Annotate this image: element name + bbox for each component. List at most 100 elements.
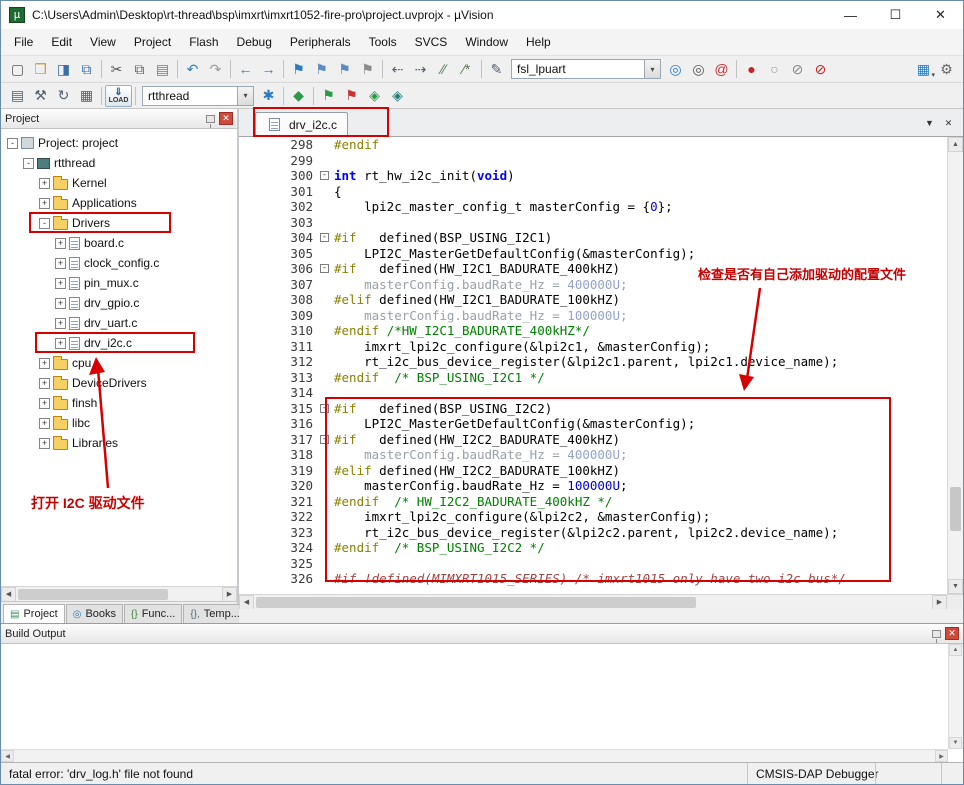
code-line[interactable]: 316 LPI2C_MasterGetDefaultConfig(&master… [239,416,947,432]
scroll-right-icon[interactable]: ▶ [222,587,237,602]
batch-build-icon[interactable]: ▦ [75,85,98,107]
open-file-icon[interactable]: ❒ [29,58,52,80]
menu-svcs[interactable]: SVCS [406,30,457,54]
tree-item-libc[interactable]: +libc [1,413,237,433]
document-tab-drv-i2c[interactable]: drv_i2c.c [255,112,348,136]
fold-margin[interactable] [317,137,334,153]
fold-margin[interactable] [317,494,334,510]
tree-item-kernel[interactable]: +Kernel [1,173,237,193]
fold-margin[interactable]: - [317,230,334,246]
target-options-icon[interactable]: ✱ [257,85,280,107]
project-tree-hscrollbar[interactable]: ◀ ▶ [1,586,237,601]
fold-margin[interactable] [317,478,334,494]
code-line[interactable]: 308#elif defined(HW_I2C1_BADURATE_100kHZ… [239,292,947,308]
scroll-thumb[interactable] [256,597,696,608]
configure-icon[interactable]: ⚙ [935,58,958,80]
code-line[interactable]: 311 imxrt_lpi2c_configure(&lpi2c1, &mast… [239,339,947,355]
fold-margin[interactable] [317,447,334,463]
code-line[interactable]: 320 masterConfig.baudRate_Hz = 100000U; [239,478,947,494]
find-in-files-icon[interactable]: ◎ [664,58,687,80]
code-line[interactable]: 319#elif defined(HW_I2C2_BADURATE_100kHZ… [239,463,947,479]
scroll-right-icon[interactable]: ▶ [935,750,948,762]
code-line[interactable]: 324#endif /* BSP_USING_I2C2 */ [239,540,947,556]
code-line[interactable]: 303 [239,215,947,231]
menu-peripherals[interactable]: Peripherals [281,30,360,54]
close-document-icon[interactable]: ✕ [940,115,957,131]
code-line[interactable]: 325 [239,556,947,572]
tree-item-pin-mux-c[interactable]: +pin_mux.c [1,273,237,293]
bookmark-toggle-icon[interactable]: ⚑ [287,58,310,80]
target-select-combo-value[interactable]: rtthread [143,87,237,105]
debug-flag-green-icon[interactable]: ⚑ [317,85,340,107]
fold-margin[interactable] [317,370,334,386]
fold-margin[interactable] [317,509,334,525]
tree-expander-icon[interactable]: + [39,358,50,369]
tree-expander-icon[interactable]: + [55,338,66,349]
window-layout-icon[interactable]: ▦▾ [912,58,935,80]
tree-item-cpu[interactable]: +cpu [1,353,237,373]
tree-expander-icon[interactable]: - [23,158,34,169]
scroll-up-icon[interactable]: ▲ [949,644,962,656]
fold-collapse-icon[interactable]: - [320,404,329,413]
diamond-teal-icon[interactable]: ◈ [386,85,409,107]
tree-expander-icon[interactable]: - [39,218,50,229]
bookmark-clear-icon[interactable]: ⚑ [356,58,379,80]
search-combo-value[interactable]: fsl_lpuart [512,60,644,78]
build-output-close-icon[interactable]: ✕ [945,627,959,640]
kill-all-breakpoints-icon[interactable]: ⊘ [809,58,832,80]
find-symbol-icon[interactable]: @ [710,58,733,80]
code-line[interactable]: 318 masterConfig.baudRate_Hz = 400000U; [239,447,947,463]
tree-item-drv-uart-c[interactable]: +drv_uart.c [1,313,237,333]
tree-expander-icon[interactable]: + [55,278,66,289]
chevron-down-icon[interactable]: ▾ [644,60,660,78]
tree-expander-icon[interactable]: + [39,378,50,389]
panel-tab-temp[interactable]: {},Temp... [183,604,247,623]
scroll-thumb[interactable] [18,589,168,600]
code-line[interactable]: 326#if !defined(MIMXRT1015_SERIES) /* im… [239,571,947,587]
fold-margin[interactable] [317,385,334,401]
build-output-content[interactable]: ▲ ▼ ◀ ▶ [1,644,963,762]
tree-expander-icon[interactable]: - [7,138,18,149]
undo-icon[interactable]: ↶ [181,58,204,80]
scroll-up-icon[interactable]: ▲ [948,137,963,152]
tree-expander-icon[interactable]: + [55,318,66,329]
project-panel-close-icon[interactable]: ✕ [219,112,233,125]
tree-item-drivers[interactable]: -Drivers [1,213,237,233]
code-line[interactable]: 323 rt_i2c_bus_device_register(&lpi2c2.p… [239,525,947,541]
build-icon[interactable]: ⚒ [29,85,52,107]
tree-item-project-project[interactable]: -Project: project [1,133,237,153]
fold-margin[interactable] [317,323,334,339]
maximize-button[interactable]: ☐ [873,1,918,29]
code-area[interactable]: 298#endif299300-int rt_hw_i2c_init(void)… [239,137,947,594]
tree-item-drv-gpio-c[interactable]: +drv_gpio.c [1,293,237,313]
tree-expander-icon[interactable]: + [39,398,50,409]
disable-all-breakpoints-icon[interactable]: ⊘ [786,58,809,80]
save-all-icon[interactable]: ⧉ [75,58,98,80]
code-line[interactable]: 313#endif /* BSP_USING_I2C1 */ [239,370,947,386]
tree-item-clock-config-c[interactable]: +clock_config.c [1,253,237,273]
minimize-button[interactable]: — [828,1,873,29]
fold-margin[interactable] [317,525,334,541]
navigate-back-icon[interactable]: ← [234,58,257,80]
debug-flag-red-icon[interactable]: ⚑ [340,85,363,107]
code-line[interactable]: 306-#if defined(HW_I2C1_BADURATE_400kHZ) [239,261,947,277]
tree-expander-icon[interactable]: + [39,438,50,449]
save-icon[interactable]: ◨ [52,58,75,80]
menu-tools[interactable]: Tools [360,30,406,54]
manage-rte-icon[interactable]: ◆ [287,85,310,107]
uncomment-icon[interactable]: ∕* [455,58,478,80]
tree-item-libraries[interactable]: +Libraries [1,433,237,453]
indent-icon[interactable]: ⇢ [409,58,432,80]
insert-breakpoint-icon[interactable]: ● [740,58,763,80]
menu-debug[interactable]: Debug [228,30,281,54]
menu-help[interactable]: Help [517,30,560,54]
fold-margin[interactable] [317,184,334,200]
code-line[interactable]: 317-#if defined(HW_I2C2_BADURATE_400kHZ) [239,432,947,448]
code-editor[interactable]: 298#endif299300-int rt_hw_i2c_init(void)… [239,137,963,594]
fold-margin[interactable] [317,416,334,432]
fold-margin[interactable]: - [317,432,334,448]
translate-icon[interactable]: ▤ [6,85,29,107]
tree-item-board-c[interactable]: +board.c [1,233,237,253]
pin-icon[interactable] [932,630,941,638]
fold-margin[interactable] [317,463,334,479]
